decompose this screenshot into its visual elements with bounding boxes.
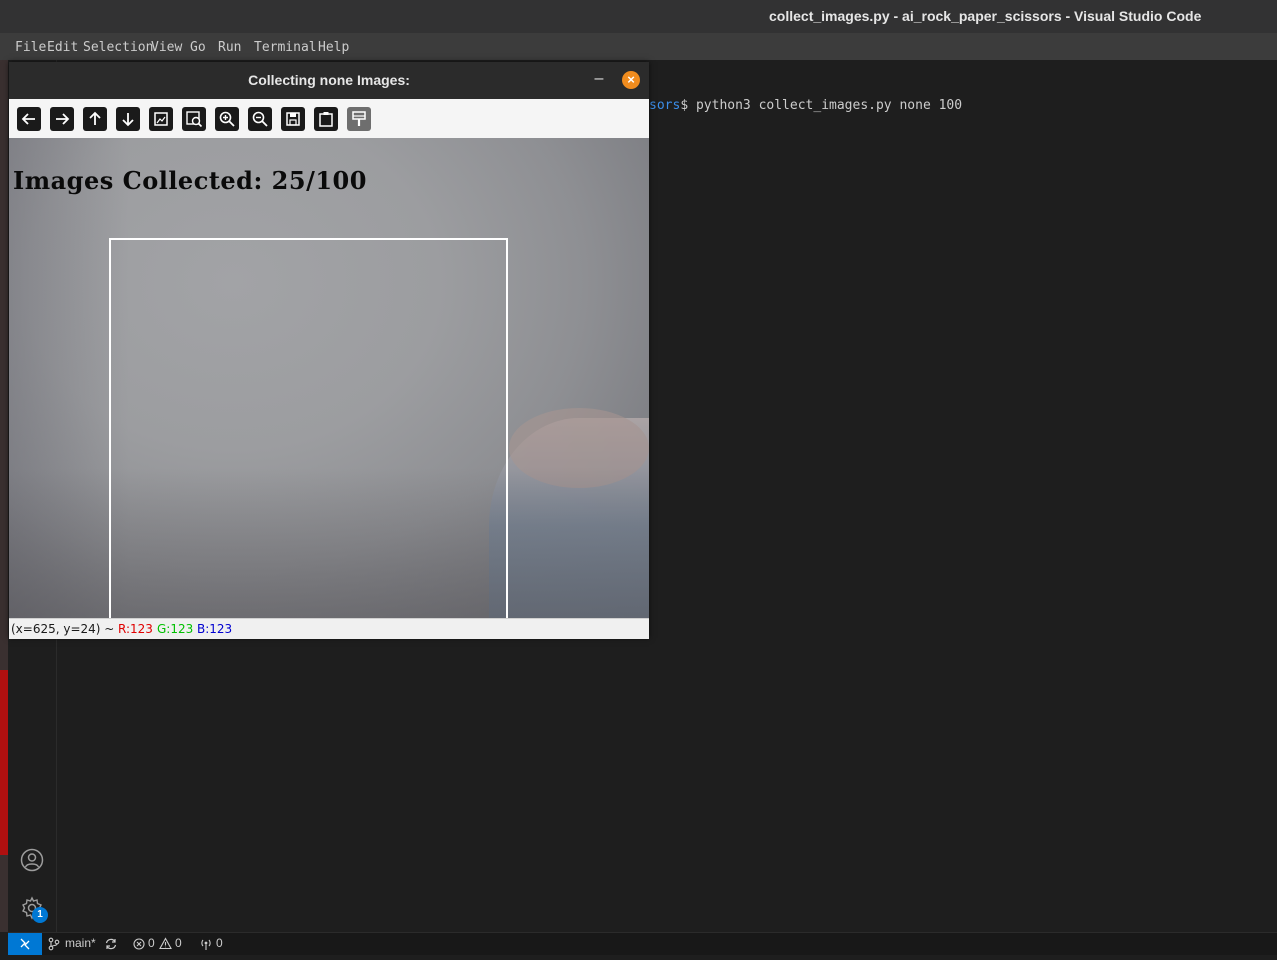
close-button[interactable]: × xyxy=(622,71,640,89)
settings-badge: 1 xyxy=(32,907,48,923)
opencv-window-title: Collecting none Images: xyxy=(248,72,410,88)
opencv-toolbar xyxy=(9,99,649,139)
pan-right-button[interactable] xyxy=(50,107,74,131)
zoom-out-button[interactable] xyxy=(248,107,272,131)
copy-icon xyxy=(319,112,333,127)
remote-button[interactable] xyxy=(8,933,42,955)
roi-rectangle xyxy=(109,238,508,618)
pixel-green: G:123 xyxy=(157,622,194,636)
warning-count[interactable]: 0 xyxy=(175,936,182,950)
branch-name[interactable]: main* xyxy=(65,936,96,950)
pan-left-button[interactable] xyxy=(17,107,41,131)
camera-frame[interactable]: Images Collected: 25/100 xyxy=(9,138,649,618)
menu-run[interactable]: Run xyxy=(218,40,241,55)
menu-view[interactable]: View xyxy=(151,40,182,55)
menu-edit[interactable]: Edit xyxy=(47,40,78,55)
pan-down-icon xyxy=(122,113,134,127)
pan-right-icon xyxy=(56,113,70,125)
branch-icon xyxy=(48,937,60,951)
opencv-statusbar: (x=625, y=24) ~ R:123 G:123 B:123 xyxy=(9,618,649,639)
save-button[interactable] xyxy=(281,107,305,131)
menu-go[interactable]: Go xyxy=(190,40,206,55)
account-icon[interactable] xyxy=(20,848,44,872)
pixel-blue: B:123 xyxy=(197,622,233,636)
pan-left-icon xyxy=(21,113,35,125)
copy-button[interactable] xyxy=(314,107,338,131)
opencv-window[interactable]: Collecting none Images: – × Images Colle… xyxy=(9,62,649,639)
terminal-command: $ python3 collect_images.py none 100 xyxy=(680,98,963,113)
ports-icon[interactable] xyxy=(199,937,213,951)
vscode-titlebar: collect_images.py - ai_rock_paper_scisso… xyxy=(0,0,1277,33)
zoom-actual-button[interactable] xyxy=(182,107,206,131)
opencv-titlebar[interactable]: Collecting none Images: – × xyxy=(9,62,649,99)
menu-help[interactable]: Help xyxy=(318,40,349,55)
zoom-fit-button[interactable] xyxy=(149,107,173,131)
menu-file[interactable]: File xyxy=(15,40,46,55)
window-title: collect_images.py - ai_rock_paper_scisso… xyxy=(769,8,1202,24)
statusbar: main* 0 0 0 xyxy=(8,932,1277,955)
save-icon xyxy=(286,112,300,126)
menubar: File Edit Selection View Go Run Terminal… xyxy=(0,33,1277,60)
zoom-actual-icon xyxy=(186,111,203,128)
warning-icon[interactable] xyxy=(159,937,172,950)
zoom-fit-icon xyxy=(154,112,168,126)
error-icon[interactable] xyxy=(133,938,145,950)
images-collected-text: Images Collected: 25/100 xyxy=(13,166,367,195)
menu-selection[interactable]: Selection xyxy=(83,40,153,55)
desktop-edge xyxy=(0,60,8,932)
zoom-in-icon xyxy=(219,111,235,127)
ports-count[interactable]: 0 xyxy=(216,936,223,950)
properties-icon xyxy=(352,111,366,126)
properties-button[interactable] xyxy=(347,107,371,131)
pan-up-icon xyxy=(89,111,101,125)
zoom-out-icon xyxy=(252,111,268,127)
pan-down-button[interactable] xyxy=(116,107,140,131)
pixel-red: R:123 xyxy=(118,622,153,636)
remote-icon xyxy=(20,938,30,950)
sync-icon[interactable] xyxy=(104,937,118,951)
minimize-button[interactable]: – xyxy=(592,71,606,87)
terminal-path: sors xyxy=(649,98,681,113)
error-count[interactable]: 0 xyxy=(148,936,155,950)
menu-terminal[interactable]: Terminal xyxy=(254,40,317,55)
zoom-in-button[interactable] xyxy=(215,107,239,131)
pan-up-button[interactable] xyxy=(83,107,107,131)
terminal-command-line: sors$ python3 collect_images.py none 100 xyxy=(649,98,962,113)
cursor-coords: (x=625, y=24) ~ xyxy=(11,622,115,636)
